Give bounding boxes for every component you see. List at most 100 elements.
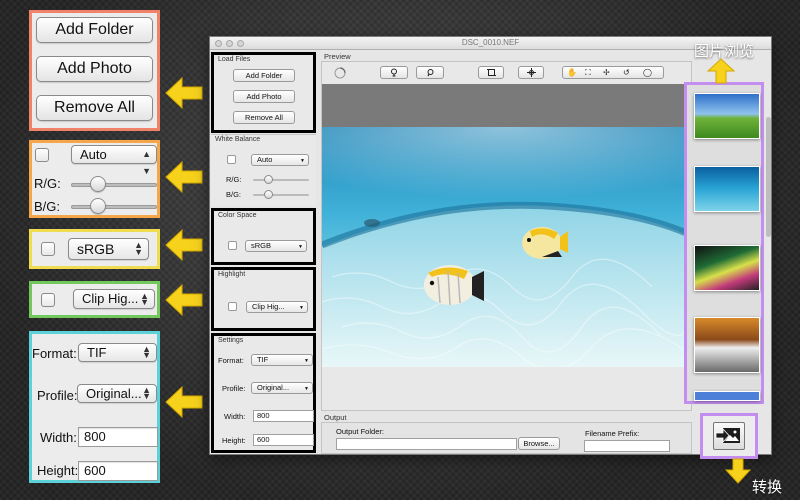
settings-callout: Format: TIF ▲ ▼ Profile: Original... ▲ ▼ W… (29, 331, 160, 483)
arrow-left-icon (165, 228, 203, 262)
white-balance-select[interactable]: Auto ▼ (251, 154, 309, 166)
settings-title: Settings (218, 337, 244, 344)
select-arrows-icon: ▼ (304, 358, 309, 364)
fit-window-icon (486, 69, 496, 76)
highlight-group: Highlight Clip Hig... ▼ (211, 267, 316, 331)
width-field[interactable]: 800 (78, 427, 158, 447)
format-select[interactable]: TIF ▼ (251, 354, 313, 366)
highlight-checkbox[interactable] (228, 302, 237, 311)
rg-slider-track[interactable] (71, 183, 157, 187)
select-arrows-icon: ▲ ▼ (134, 240, 143, 257)
thumbnail-aurora[interactable] (694, 245, 760, 291)
select-tool-icon[interactable]: ⛶ (585, 67, 591, 78)
highlight-callout: Clip Hig... ▲ ▼ (29, 281, 160, 318)
bg-label: B/G: (226, 190, 242, 199)
arrow-left-icon (165, 160, 203, 194)
output-title: Output (324, 413, 347, 422)
zoom-out-button[interactable] (416, 66, 444, 79)
window-title: DSC_0010.NEF (461, 38, 520, 47)
remove-all-button[interactable]: Remove All (36, 95, 153, 121)
profile-value: Original... (257, 383, 290, 392)
bg-slider-knob[interactable] (90, 198, 106, 214)
white-balance-value: Auto (257, 155, 273, 164)
select-arrows-icon: ▲ ▼ (142, 149, 151, 176)
arrow-up-icon (706, 58, 736, 84)
add-folder-button[interactable]: Add Folder (36, 17, 153, 43)
output-folder-label: Output Folder: (336, 427, 384, 436)
arrow-down-icon (724, 458, 752, 484)
add-folder-button[interactable]: Add Folder (233, 69, 295, 82)
width-field[interactable]: 800 (253, 410, 314, 422)
rotate-left-icon[interactable]: ↺ (623, 67, 630, 78)
select-arrows-icon: ▼ (300, 158, 305, 164)
output-folder-field[interactable] (336, 438, 517, 450)
highlight-checkbox[interactable] (41, 293, 55, 307)
rg-label: R/G: (226, 175, 242, 184)
format-select[interactable]: TIF ▲ ▼ (78, 343, 157, 362)
height-label: Height: (222, 436, 246, 445)
height-field[interactable]: 600 (253, 434, 314, 446)
white-balance-select[interactable]: Auto ▲ ▼ (71, 145, 157, 176)
white-balance-title: White Balance (215, 136, 261, 143)
rg-slider-knob[interactable] (90, 176, 106, 192)
hand-tool-icon[interactable]: ✋ (567, 67, 577, 78)
color-space-title: Color Space (218, 212, 257, 219)
color-space-checkbox[interactable] (228, 241, 237, 250)
thumbnail-strip[interactable] (684, 82, 764, 404)
actual-size-button[interactable] (518, 66, 544, 79)
add-photo-button[interactable]: Add Photo (36, 56, 153, 82)
bg-slider-knob[interactable] (264, 190, 273, 199)
profile-select[interactable]: Original... ▼ (251, 382, 313, 394)
view-tools-group: ✋ ⛶ ✢ ↺ ◯ (562, 66, 664, 79)
remove-all-button[interactable]: Remove All (233, 111, 295, 124)
thumbnail-scrollbar[interactable] (766, 117, 771, 237)
rg-slider-track[interactable] (253, 179, 309, 181)
bg-slider-track[interactable] (71, 205, 157, 209)
convert-button[interactable] (700, 413, 758, 459)
settings-group: Settings Format: TIF ▼ Profile: Original… (211, 333, 316, 453)
select-arrows-icon: ▲ ▼ (142, 385, 151, 401)
height-field[interactable]: 600 (78, 461, 158, 481)
color-space-select[interactable]: sRGB ▲ ▼ (68, 238, 149, 260)
convert-caption: 转换 (752, 479, 783, 496)
crop-tool-icon[interactable]: ✢ (603, 67, 610, 78)
select-arrows-icon: ▼ (298, 244, 303, 250)
white-balance-value: Auto (80, 147, 107, 162)
zoom-in-button[interactable] (380, 66, 408, 79)
color-space-checkbox[interactable] (41, 242, 55, 256)
thumbnail-ocean[interactable] (694, 166, 760, 212)
thumbnail-sunset[interactable] (694, 317, 760, 373)
thumbnail-meadow[interactable] (694, 93, 760, 139)
color-space-select[interactable]: sRGB ▼ (245, 240, 307, 252)
color-space-callout: sRGB ▲ ▼ (29, 229, 160, 269)
rg-label: R/G: (34, 176, 61, 191)
format-value: TIF (257, 355, 269, 364)
bg-slider-track[interactable] (253, 194, 309, 196)
profile-select[interactable]: Original... ▲ ▼ (77, 384, 157, 403)
rg-slider-knob[interactable] (264, 175, 273, 184)
zoom-out-icon (426, 69, 433, 77)
select-arrows-icon: ▲ ▼ (142, 344, 151, 360)
white-balance-checkbox[interactable] (35, 148, 49, 162)
height-label: Height: (37, 463, 79, 478)
fit-to-window-button[interactable] (478, 66, 504, 79)
highlight-select[interactable]: Clip Hig... ▼ (246, 301, 308, 313)
highlight-select[interactable]: Clip Hig... ▲ ▼ (73, 289, 155, 309)
add-photo-button[interactable]: Add Photo (233, 90, 295, 103)
speech-bubble-icon[interactable]: ◯ (643, 67, 652, 78)
progress-spinner-icon (334, 67, 346, 79)
filename-prefix-label: Filename Prefix: (585, 429, 640, 438)
browse-button[interactable]: Browse... (518, 437, 560, 450)
filename-prefix-field[interactable] (584, 440, 670, 452)
white-balance-checkbox[interactable] (227, 155, 236, 164)
arrow-left-icon (165, 76, 203, 110)
white-balance-group: White Balance Auto ▼ R/G: B/G: (211, 134, 316, 206)
profile-value: Original... (86, 386, 142, 401)
load-files-callout: Add Folder Add Photo Remove All (29, 10, 160, 131)
title-bar: DSC_0010.NEF (210, 37, 771, 50)
format-label: Format: (32, 346, 77, 361)
preview-image[interactable] (322, 127, 691, 367)
format-value: TIF (87, 345, 107, 360)
profile-label: Profile: (37, 388, 78, 403)
thumbnail-partial[interactable] (694, 391, 760, 401)
